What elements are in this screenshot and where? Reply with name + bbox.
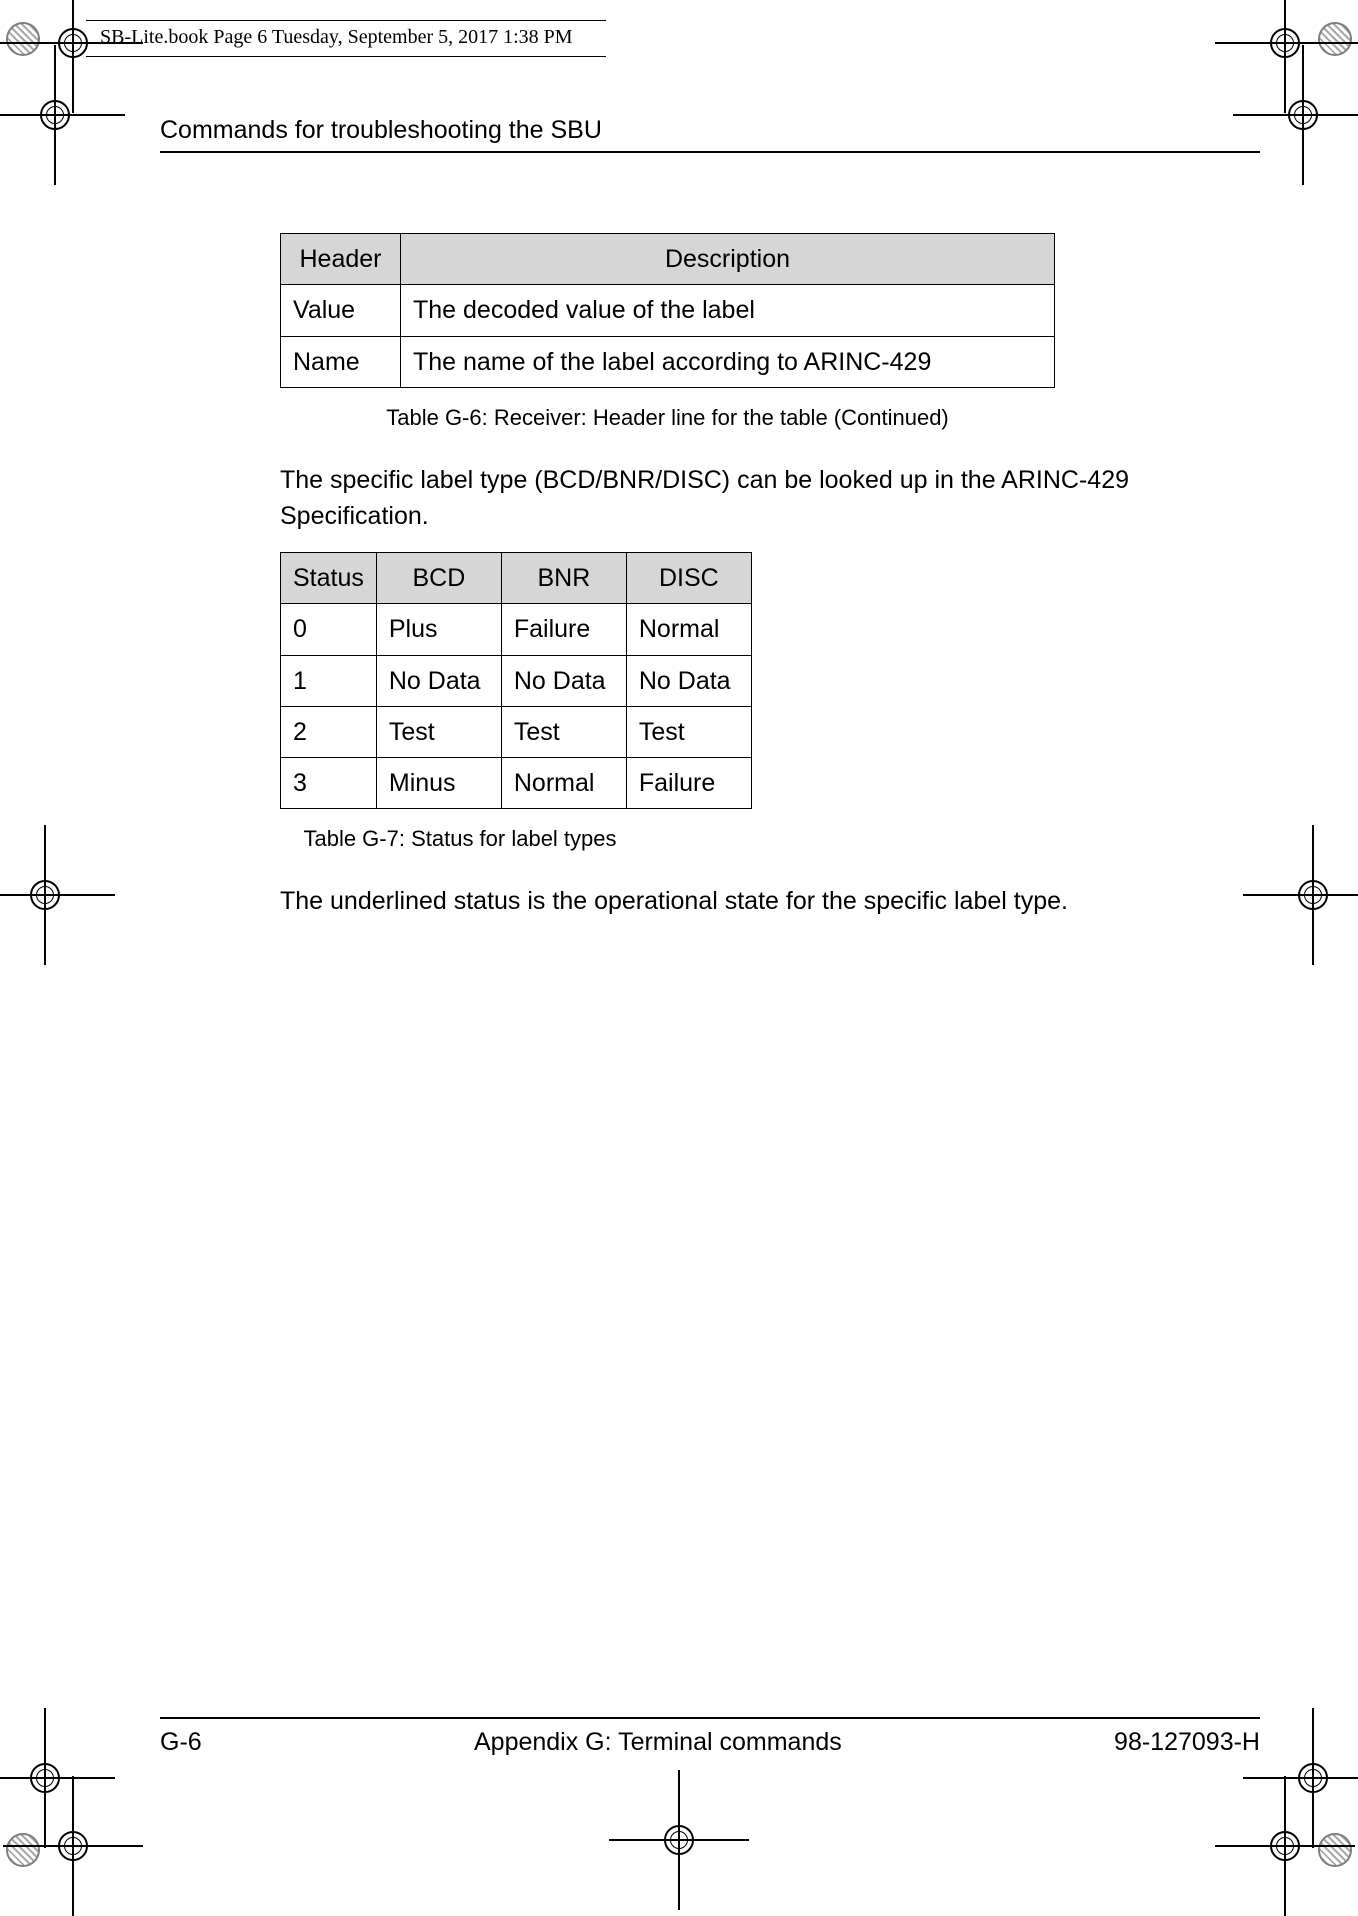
cell: Failure bbox=[626, 758, 751, 809]
crop-mark-icon bbox=[1318, 1833, 1352, 1867]
registration-mark-icon bbox=[1298, 880, 1328, 910]
paragraph: The specific label type (BCD/BNR/DISC) c… bbox=[280, 462, 1260, 535]
crop-line bbox=[0, 42, 86, 44]
cell: Plus bbox=[376, 604, 501, 655]
th-bcd: BCD bbox=[376, 553, 501, 604]
table-row: 2 Test Test Test bbox=[281, 706, 752, 757]
registration-mark-icon bbox=[58, 1831, 88, 1861]
footer-doc-no: 98-127093-H bbox=[1114, 1728, 1260, 1757]
crop-line bbox=[1272, 42, 1358, 44]
section-title: Commands for troubleshooting the SBU bbox=[160, 116, 1260, 153]
th-status: Status bbox=[281, 553, 377, 604]
cell: No Data bbox=[376, 655, 501, 706]
th-disc: DISC bbox=[626, 553, 751, 604]
page-content: Header Description Value The decoded val… bbox=[280, 233, 1260, 920]
cell: Value bbox=[281, 285, 401, 336]
crop-mark-icon bbox=[6, 1833, 40, 1867]
paragraph: The underlined status is the operational… bbox=[280, 883, 1260, 919]
cell: Minus bbox=[376, 758, 501, 809]
th-header: Header bbox=[281, 234, 401, 285]
cell: 2 bbox=[281, 706, 377, 757]
table-g7: Status BCD BNR DISC 0 Plus Failure Norma… bbox=[280, 552, 752, 809]
cell: The name of the label according to ARINC… bbox=[401, 336, 1055, 387]
cell: 3 bbox=[281, 758, 377, 809]
crop-line bbox=[86, 56, 606, 57]
table-row: Value The decoded value of the label bbox=[281, 285, 1055, 336]
cell: Test bbox=[376, 706, 501, 757]
registration-mark-icon bbox=[30, 880, 60, 910]
footer-center: Appendix G: Terminal commands bbox=[474, 1728, 842, 1757]
cell: The decoded value of the label bbox=[401, 285, 1055, 336]
table-row: Name The name of the label according to … bbox=[281, 336, 1055, 387]
registration-mark-icon bbox=[30, 1763, 60, 1793]
cell: No Data bbox=[501, 655, 626, 706]
cell: Test bbox=[501, 706, 626, 757]
crop-mark-icon bbox=[1318, 22, 1352, 56]
cell: Failure bbox=[501, 604, 626, 655]
registration-mark-icon bbox=[1288, 100, 1318, 130]
registration-mark-icon bbox=[1298, 1763, 1328, 1793]
cell: Name bbox=[281, 336, 401, 387]
running-head: SB-Lite.book Page 6 Tuesday, September 5… bbox=[100, 26, 573, 49]
page-footer: G-6 Appendix G: Terminal commands 98-127… bbox=[160, 1728, 1260, 1757]
table-row: 1 No Data No Data No Data bbox=[281, 655, 752, 706]
cell: 1 bbox=[281, 655, 377, 706]
table-g6-caption: Table G-6: Receiver: Header line for the… bbox=[280, 402, 1055, 434]
registration-mark-icon bbox=[40, 100, 70, 130]
table-row: Header Description bbox=[281, 234, 1055, 285]
cell: Test bbox=[626, 706, 751, 757]
cell: No Data bbox=[626, 655, 751, 706]
th-description: Description bbox=[401, 234, 1055, 285]
crop-mark-icon bbox=[6, 22, 40, 56]
registration-mark-icon bbox=[1270, 1831, 1300, 1861]
page-frame: Commands for troubleshooting the SBU Hea… bbox=[160, 116, 1260, 1773]
table-g6: Header Description Value The decoded val… bbox=[280, 233, 1055, 388]
footer-rule bbox=[160, 1717, 1260, 1719]
cell: 0 bbox=[281, 604, 377, 655]
table-row: Status BCD BNR DISC bbox=[281, 553, 752, 604]
registration-mark-icon bbox=[664, 1825, 694, 1855]
th-bnr: BNR bbox=[501, 553, 626, 604]
cell: Normal bbox=[626, 604, 751, 655]
table-g7-caption: Table G-7: Status for label types bbox=[280, 823, 640, 855]
footer-page-no: G-6 bbox=[160, 1728, 202, 1757]
table-row: 0 Plus Failure Normal bbox=[281, 604, 752, 655]
cell: Normal bbox=[501, 758, 626, 809]
table-row: 3 Minus Normal Failure bbox=[281, 758, 752, 809]
crop-line bbox=[86, 20, 606, 21]
